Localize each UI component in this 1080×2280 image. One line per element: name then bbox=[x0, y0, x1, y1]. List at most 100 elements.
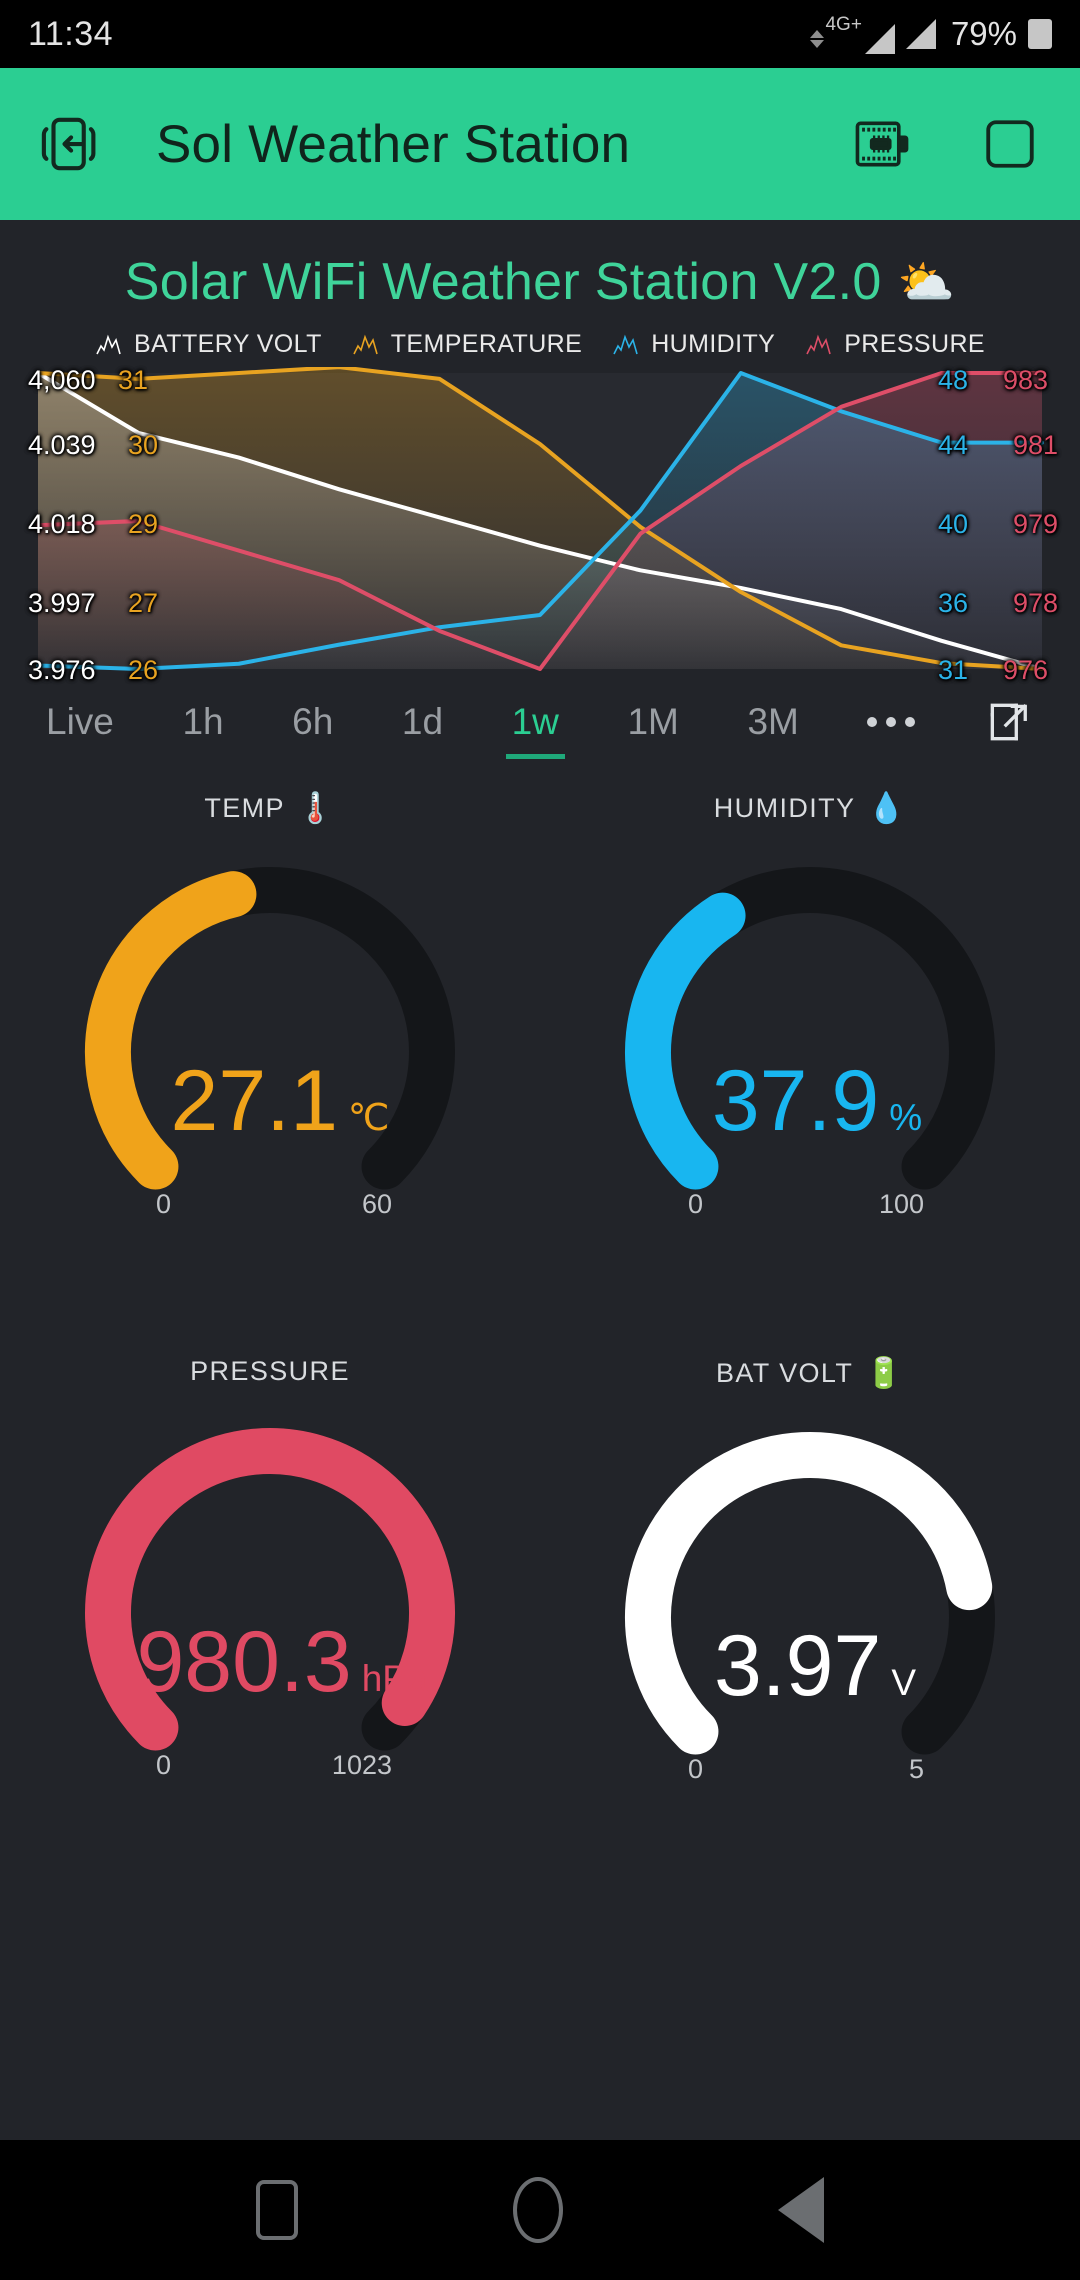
axis-label-humidity-4: 31 bbox=[937, 655, 968, 685]
home-circle-icon[interactable] bbox=[513, 2177, 563, 2243]
gauge-batvolt-arc bbox=[625, 1432, 995, 1755]
axis-label-humidity-1: 44 bbox=[937, 430, 968, 460]
exit-device-icon[interactable] bbox=[34, 108, 106, 180]
axis-label-temp-2: 29 bbox=[128, 509, 159, 539]
app-bar: Sol Weather Station bbox=[0, 68, 1080, 220]
gauge-batvolt-value: 3.97 bbox=[713, 1618, 882, 1714]
gauge-pressure-value: 980.3 bbox=[136, 1614, 352, 1710]
gauge-batvolt-value-row: 3.97 V bbox=[540, 1623, 1080, 1709]
time-range-tabs: Live 1h 6h 1d 1w 1M 3M bbox=[0, 677, 1080, 773]
axis-label-pressure-2: 979 bbox=[1012, 509, 1058, 539]
gauge-temp-value: 27.1 bbox=[170, 1053, 338, 1149]
tab-1d[interactable]: 1d bbox=[402, 701, 443, 759]
mobile-data-icon-group: 4G+ bbox=[810, 14, 895, 54]
status-bar-clock: 11:34 bbox=[28, 14, 114, 53]
thermometer-icon: 🌡️ bbox=[296, 792, 336, 825]
chart-title: Solar WiFi Weather Station V2.0 bbox=[124, 253, 882, 311]
chart-title-row: Solar WiFi Weather Station V2.0 ⛅ bbox=[0, 220, 1080, 312]
gauge-humidity-label: HUMIDITY bbox=[713, 793, 856, 823]
android-nav-bar bbox=[0, 2140, 1080, 2280]
sparkline-icon bbox=[613, 334, 638, 354]
legend-item-pressure[interactable]: PRESSURE bbox=[805, 330, 985, 359]
gauge-humidity-arc bbox=[625, 867, 995, 1190]
weather-sun-cloud-icon: ⛅ bbox=[897, 255, 956, 308]
recents-square-icon[interactable] bbox=[256, 2180, 298, 2240]
legend-label: BATTERY VOLT bbox=[134, 330, 322, 358]
legend-item-humidity[interactable]: HUMIDITY bbox=[612, 330, 775, 359]
gauge-batvolt[interactable]: BAT VOLT 🔋 3.97 V 0 5 bbox=[540, 1338, 1080, 1903]
axis-label-temp-3: 27 bbox=[128, 588, 159, 618]
legend-label: TEMPERATURE bbox=[390, 330, 583, 358]
gauge-pressure-arc bbox=[85, 1428, 455, 1751]
more-dots-icon[interactable] bbox=[867, 717, 916, 743]
gauge-pressure-header: PRESSURE bbox=[0, 1338, 540, 1387]
water-drop-icon: 💧 bbox=[867, 792, 907, 825]
tab-1w[interactable]: 1w bbox=[505, 701, 566, 759]
gauge-pressure-label: PRESSURE bbox=[190, 1356, 350, 1386]
legend-item-temperature[interactable]: TEMPERATURE bbox=[352, 330, 582, 359]
gauge-temp-label: TEMP bbox=[204, 793, 285, 823]
sparkline-icon bbox=[806, 334, 832, 354]
gauge-humidity[interactable]: HUMIDITY 💧 37.9 % 0 100 bbox=[540, 773, 1080, 1338]
gauge-temp-value-row: 27.1 ℃ bbox=[0, 1058, 540, 1144]
battery-icon bbox=[1028, 19, 1052, 49]
microcontroller-board-icon[interactable] bbox=[846, 108, 918, 180]
legend-label: HUMIDITY bbox=[651, 330, 776, 358]
axis-label-temp-0: 31 bbox=[118, 365, 149, 395]
axis-label-pressure-3: 978 bbox=[1012, 588, 1058, 618]
tab-6h[interactable]: 6h bbox=[292, 701, 333, 759]
axis-label-battery-4: 3.976 bbox=[28, 655, 96, 685]
gauge-batvolt-label: BAT VOLT bbox=[715, 1358, 854, 1388]
gauge-temp-header: TEMP 🌡️ bbox=[0, 773, 540, 826]
axis-label-humidity-0: 48 bbox=[937, 365, 968, 395]
gauge-humidity-unit: % bbox=[889, 1097, 923, 1138]
axis-label-humidity-3: 36 bbox=[937, 588, 968, 618]
gauge-humidity-max: 100 bbox=[878, 1189, 924, 1219]
axis-label-battery-2: 4.018 bbox=[28, 509, 96, 539]
legend-item-battery-volt[interactable]: BATTERY VOLT bbox=[95, 330, 322, 359]
status-bar-icons: 4G+ 79% bbox=[810, 14, 1052, 54]
axis-label-battery-3: 3.997 bbox=[28, 588, 96, 618]
expand-external-icon[interactable] bbox=[984, 697, 1034, 764]
gauge-temp[interactable]: TEMP 🌡️ 27.1 ℃ 0 60 bbox=[0, 773, 540, 1338]
gauge-temp-arc bbox=[85, 867, 455, 1190]
sparkline-icon bbox=[96, 334, 121, 354]
axis-label-temp-4: 26 bbox=[128, 655, 159, 685]
gauge-pressure-value-row: 980.3 hPa bbox=[0, 1619, 540, 1705]
app-title: Sol Weather Station bbox=[156, 114, 631, 174]
gauge-batvolt-min: 0 bbox=[688, 1754, 704, 1784]
signal-bars-icon-2 bbox=[905, 19, 936, 49]
tab-live[interactable]: Live bbox=[46, 701, 114, 759]
data-transfer-icon bbox=[810, 30, 825, 48]
network-generation-label: 4G+ bbox=[825, 14, 862, 35]
axis-label-pressure-4: 976 bbox=[1002, 655, 1048, 685]
gauge-batvolt-header: BAT VOLT 🔋 bbox=[540, 1338, 1080, 1391]
gauge-temp-min: 0 bbox=[156, 1189, 172, 1219]
sparkline-icon bbox=[353, 334, 378, 354]
signal-bars-icon bbox=[864, 24, 895, 54]
axis-label-pressure-1: 981 bbox=[1012, 430, 1058, 460]
chart-plot[interactable]: 4,060 31 4.039 30 4.018 29 3.997 27 3.97… bbox=[0, 365, 1080, 685]
tab-1M[interactable]: 1M bbox=[627, 701, 678, 759]
axis-label-battery-1: 4.039 bbox=[28, 430, 96, 460]
gauge-humidity-value: 37.9 bbox=[711, 1053, 880, 1149]
battery-percent-label: 79% bbox=[950, 15, 1017, 52]
tab-1h[interactable]: 1h bbox=[182, 701, 223, 759]
axis-label-humidity-2: 40 bbox=[937, 509, 968, 539]
gauge-humidity-min: 0 bbox=[688, 1189, 704, 1219]
gauge-pressure-unit: hPa bbox=[361, 1658, 428, 1699]
chart-legend: BATTERY VOLT TEMPERATURE HUMIDITY PRESSU… bbox=[0, 330, 1080, 359]
gauge-batvolt-unit: V bbox=[891, 1662, 917, 1703]
back-triangle-icon[interactable] bbox=[778, 2177, 824, 2243]
gauge-pressure[interactable]: PRESSURE 980.3 hPa 0 1023 bbox=[0, 1338, 540, 1903]
tab-3M[interactable]: 3M bbox=[747, 701, 798, 759]
gauge-humidity-header: HUMIDITY 💧 bbox=[540, 773, 1080, 826]
chart-svg bbox=[36, 367, 1044, 671]
status-bar: 11:34 4G+ 79% bbox=[0, 0, 1080, 68]
square-outline-icon[interactable] bbox=[974, 108, 1046, 180]
main-content: Solar WiFi Weather Station V2.0 ⛅ BATTER… bbox=[0, 220, 1080, 2140]
gauge-pressure-max: 1023 bbox=[331, 1750, 392, 1780]
axis-label-pressure-0: 983 bbox=[1002, 365, 1048, 395]
gauge-batvolt-max: 5 bbox=[908, 1754, 924, 1784]
gauge-temp-max: 60 bbox=[361, 1189, 392, 1219]
